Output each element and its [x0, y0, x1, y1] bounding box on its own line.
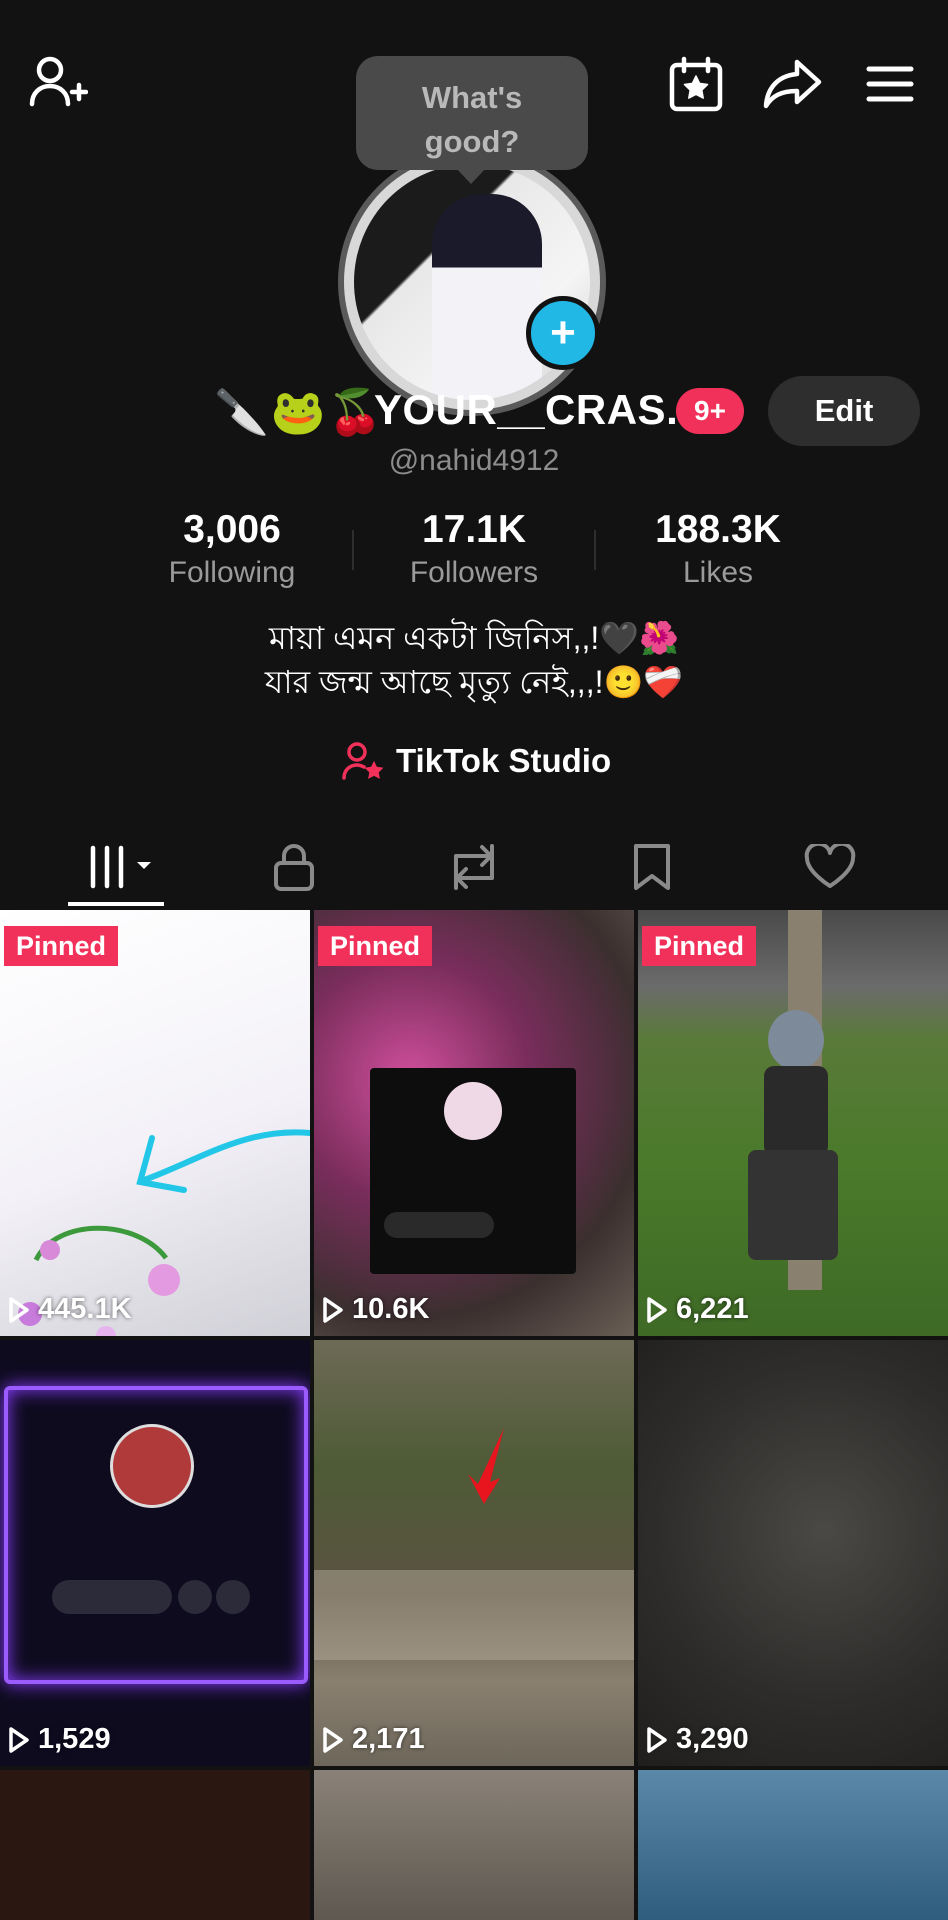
profile-bio: মায়া এমন একটা জিনিস,,!🖤🌺 যার জন্ম আছে ম…: [0, 616, 948, 704]
videos-grid-icon: [90, 845, 151, 889]
bio-line: মায়া এমন একটা জিনিস,,!🖤🌺: [268, 620, 680, 656]
add-avatar-plus-icon[interactable]: +: [526, 296, 600, 370]
tab-videos[interactable]: [64, 826, 184, 908]
status-bubble[interactable]: What's good?: [356, 56, 588, 184]
stat-label: Likes: [682, 556, 754, 589]
video-thumbnail[interactable]: [314, 1770, 634, 1920]
video-thumbnail[interactable]: 3,290: [638, 1340, 948, 1766]
pinned-badge: Pinned: [4, 926, 119, 966]
calendar-star-icon[interactable]: [664, 52, 728, 116]
view-count: 10.6K: [322, 1293, 429, 1326]
view-count-value: 10.6K: [352, 1293, 430, 1325]
lock-icon: [274, 844, 314, 891]
edit-profile-button[interactable]: Edit: [768, 376, 920, 446]
stat-value: 3,006: [183, 508, 281, 551]
view-count-value: 6,221: [676, 1293, 749, 1325]
view-count: 2,171: [322, 1723, 425, 1756]
stat-divider: [594, 530, 596, 570]
view-count-value: 2,171: [352, 1723, 425, 1755]
view-count-value: 1,529: [38, 1723, 111, 1755]
stat-following[interactable]: 3,006 Following: [122, 508, 342, 590]
stat-label: Followers: [409, 556, 539, 589]
stat-label: Following: [168, 556, 296, 589]
name-emoji: 🔪🐸🍒: [214, 388, 385, 437]
add-friend-icon[interactable]: [26, 50, 90, 114]
active-tab-indicator: [68, 902, 164, 906]
pinned-badge: Pinned: [642, 926, 757, 966]
avatar[interactable]: [338, 148, 606, 416]
video-thumbnail[interactable]: Pinned 6,221: [638, 910, 948, 1336]
pinned-badge: Pinned: [318, 926, 433, 966]
profile-handle: @nahid4912: [388, 444, 560, 477]
profile-name: YOUR__CRAS...: [374, 386, 703, 433]
video-thumbnail[interactable]: Pinned 10.6K: [314, 910, 634, 1336]
play-icon: [323, 1296, 343, 1323]
video-grid: Pinned 445.1K Pinned 10.6K Pinned 6,221: [0, 910, 948, 1920]
bio-line: যার জন্ম আছে মৃত্যু নেই,,,!🙂❤️‍🩹: [264, 664, 684, 700]
video-thumbnail[interactable]: Pinned 445.1K: [0, 910, 310, 1336]
view-count-value: 445.1K: [38, 1293, 132, 1325]
tab-reposts[interactable]: [414, 826, 534, 908]
play-icon: [647, 1296, 667, 1323]
play-icon: [9, 1726, 29, 1753]
studio-label: TikTok Studio: [396, 742, 612, 779]
tiktok-studio-link[interactable]: TikTok Studio: [342, 738, 611, 784]
tab-private[interactable]: [234, 826, 354, 908]
share-icon[interactable]: [758, 52, 828, 116]
play-icon: [647, 1726, 667, 1753]
tab-favorites[interactable]: [592, 826, 712, 908]
view-count-value: 3,290: [676, 1723, 749, 1755]
view-count: 6,221: [646, 1293, 749, 1326]
play-icon: [9, 1296, 29, 1323]
tab-liked[interactable]: [770, 826, 890, 908]
profile-stats: 3,006 Following 17.1K Followers 188.3K L…: [0, 508, 948, 594]
video-thumbnail[interactable]: [0, 1770, 310, 1920]
stat-likes[interactable]: 188.3K Likes: [608, 508, 828, 590]
view-count: 445.1K: [8, 1293, 132, 1326]
studio-person-star-icon: [342, 742, 384, 780]
video-thumbnail[interactable]: 1,529: [0, 1340, 310, 1766]
heart-icon: [804, 844, 856, 888]
profile-tabs: [0, 826, 948, 908]
stat-divider: [352, 530, 354, 570]
bookmark-icon: [634, 844, 670, 890]
notification-badge[interactable]: 9+: [676, 388, 744, 434]
video-thumbnail[interactable]: [638, 1770, 948, 1920]
stat-followers[interactable]: 17.1K Followers: [364, 508, 584, 590]
video-thumbnail[interactable]: 2,171: [314, 1340, 634, 1766]
repost-icon: [454, 844, 494, 890]
stat-value: 17.1K: [421, 508, 527, 551]
stat-value: 188.3K: [655, 508, 781, 551]
view-count: 3,290: [646, 1723, 749, 1756]
menu-icon[interactable]: [862, 56, 918, 112]
play-icon: [323, 1726, 343, 1753]
view-count: 1,529: [8, 1723, 111, 1756]
